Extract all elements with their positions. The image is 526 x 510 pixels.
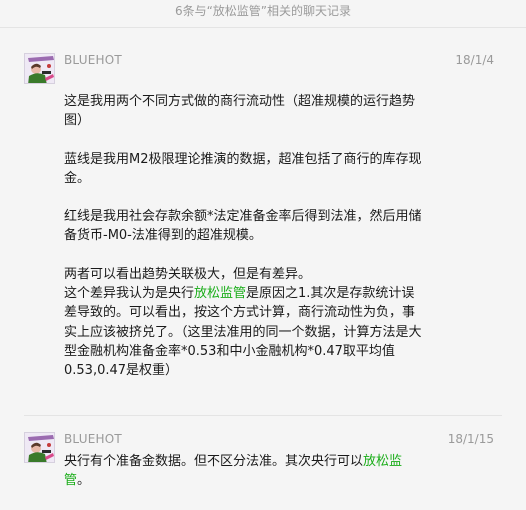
message-divider bbox=[24, 415, 502, 416]
paragraph: 两者可以看出趋势关联极大，但是有差异。 bbox=[64, 266, 312, 282]
paragraph: 红线是我用社会存款余额*法定准备金率后得到法准，然后用储备货币-M0-法准得到的… bbox=[64, 209, 422, 244]
message-date: 18/1/15 bbox=[447, 432, 494, 446]
header-divider bbox=[0, 27, 526, 28]
search-result-header: 6条与“放松监管”相关的聊天记录 bbox=[0, 0, 526, 27]
message-body: 央行有个准备金数据。但不区分法准。其次央行可以放松监管。 bbox=[64, 452, 424, 491]
paragraph: 这个差异我认为是央行放松监管是原因之1.其次是存款统计误差导致的。可以看出，按这… bbox=[64, 284, 424, 380]
paragraph-text: 。 bbox=[77, 473, 91, 489]
header-title: 6条与“放松监管”相关的聊天记录 bbox=[174, 4, 352, 18]
message-body: 这是我用两个不同方式做的商行流动性（超准规模的运行趋势图） 蓝线是我用M2极限理… bbox=[64, 92, 424, 381]
avatar[interactable] bbox=[24, 53, 55, 84]
highlighted-keyword: 放松监管 bbox=[194, 286, 247, 302]
sender-name: BLUEHOT bbox=[64, 432, 122, 446]
avatar[interactable] bbox=[24, 432, 55, 463]
paragraph: 央行有个准备金数据。但不区分法准。其次央行可以放松监管。 bbox=[64, 452, 424, 491]
paragraph-text: 央行有个准备金数据。但不区分法准。其次央行可以 bbox=[64, 454, 364, 469]
sender-name: BLUEHOT bbox=[64, 53, 122, 67]
message-date: 18/1/4 bbox=[455, 53, 494, 67]
paragraph: 这是我用两个不同方式做的商行流动性（超准规模的运行趋势图） bbox=[64, 94, 416, 129]
avatar-image-icon bbox=[25, 54, 54, 83]
paragraph-text: 这个差异我认为是央行 bbox=[64, 286, 195, 302]
paragraph: 蓝线是我用M2极限理论推演的数据，超准包括了商行的库存现金。 bbox=[64, 151, 422, 186]
avatar-image-icon bbox=[25, 433, 54, 462]
